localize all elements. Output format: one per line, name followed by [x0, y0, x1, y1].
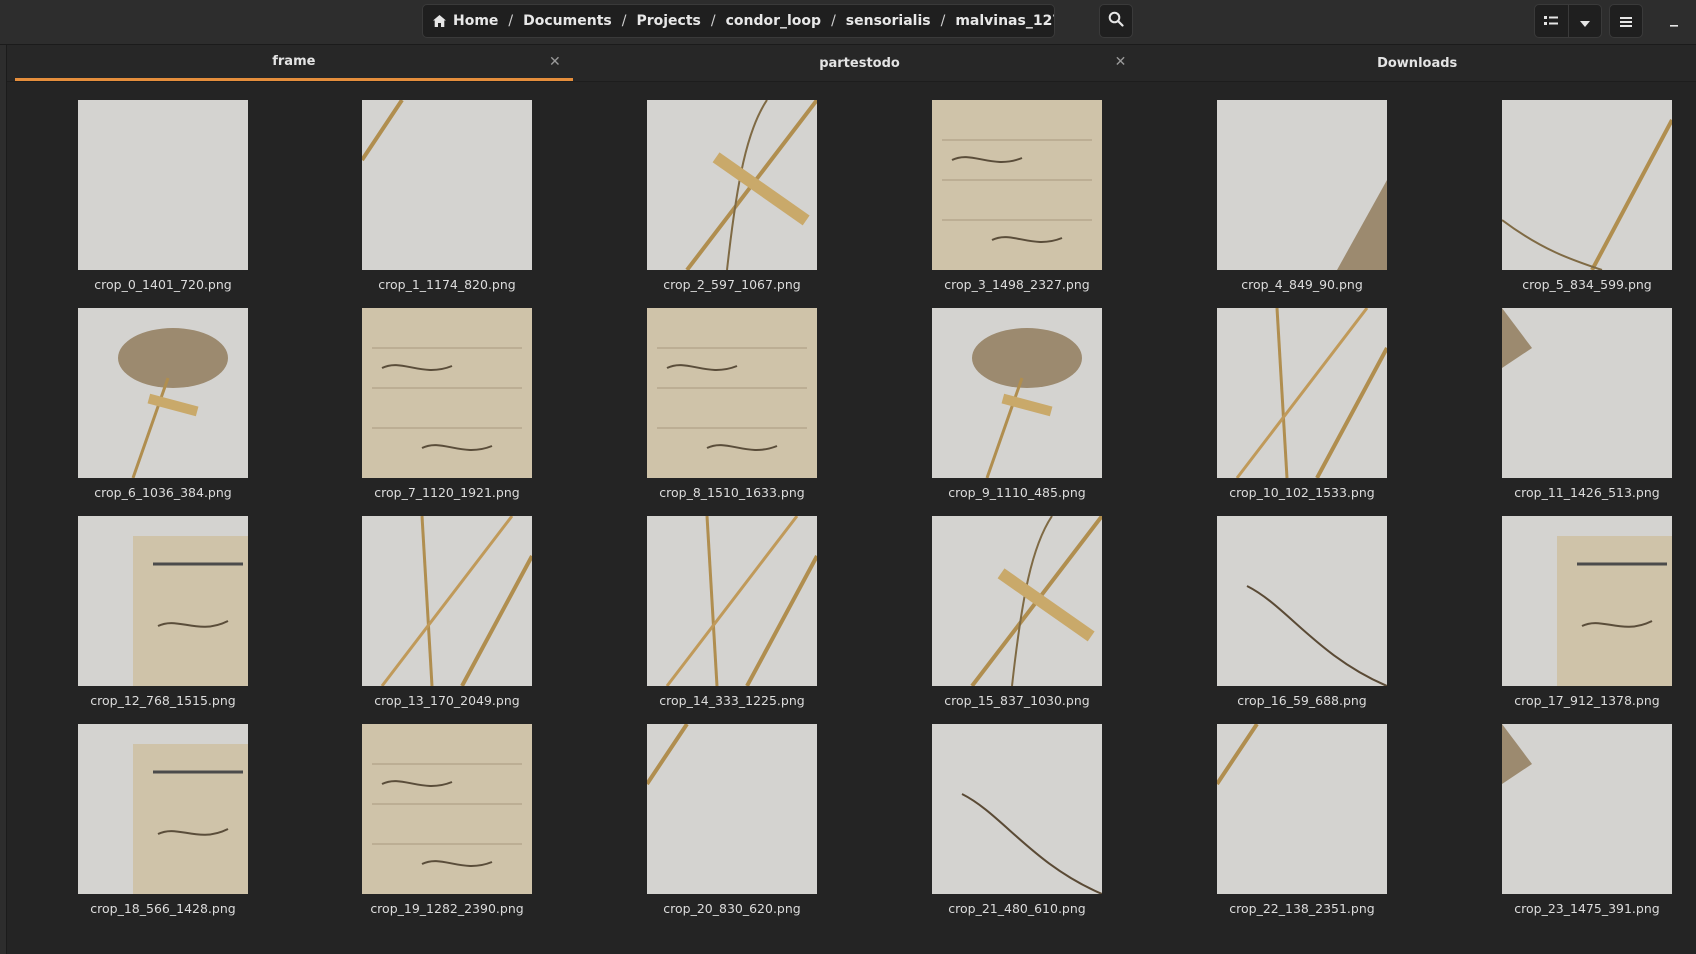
file-thumbnail[interactable]	[1502, 516, 1672, 686]
file-name: crop_14_333_1225.png	[659, 693, 805, 708]
file-grid: crop_0_1401_720.png crop_1_1174_820.png cr…	[7, 82, 1696, 954]
window-left-edge	[0, 45, 7, 954]
breadcrumb-label: Documents	[523, 13, 612, 29]
file-thumbnail[interactable]	[647, 100, 817, 270]
file-thumbnail[interactable]	[932, 724, 1102, 894]
file-thumbnail[interactable]	[362, 308, 532, 478]
view-list-icon	[1544, 12, 1559, 31]
file-name: crop_5_834_599.png	[1522, 277, 1652, 292]
file-name: crop_11_1426_513.png	[1514, 485, 1660, 500]
file-thumbnail[interactable]	[78, 308, 248, 478]
breadcrumb-separator: /	[940, 13, 946, 29]
file-name: crop_17_912_1378.png	[1514, 693, 1660, 708]
file-name: crop_19_1282_2390.png	[370, 901, 524, 916]
file-name: crop_8_1510_1633.png	[659, 485, 805, 500]
main-menu-button[interactable]	[1609, 4, 1643, 38]
file-name: crop_13_170_2049.png	[374, 693, 520, 708]
file-thumbnail[interactable]	[1502, 308, 1672, 478]
file-thumbnail[interactable]	[1217, 724, 1387, 894]
file-name: crop_4_849_90.png	[1241, 277, 1363, 292]
breadcrumb-separator: /	[621, 13, 627, 29]
breadcrumb-item-home[interactable]: Home	[433, 13, 498, 29]
file-thumbnail[interactable]	[1217, 308, 1387, 478]
file-thumbnail[interactable]	[362, 100, 532, 270]
tab-downloads[interactable]: Downloads	[1138, 45, 1696, 81]
file-name: crop_7_1120_1921.png	[374, 485, 520, 500]
file-thumbnail[interactable]	[647, 308, 817, 478]
file-thumbnail[interactable]	[932, 100, 1102, 270]
file-name: crop_20_830_620.png	[663, 901, 801, 916]
file-thumbnail[interactable]	[932, 308, 1102, 478]
file-name: crop_0_1401_720.png	[94, 277, 232, 292]
file-name: crop_15_837_1030.png	[944, 693, 1090, 708]
file-name: crop_9_1110_485.png	[948, 485, 1086, 500]
minimize-icon	[1669, 12, 1679, 31]
file-name: crop_16_59_688.png	[1237, 693, 1367, 708]
file-thumbnail[interactable]	[362, 724, 532, 894]
file-name: crop_21_480_610.png	[948, 901, 1086, 916]
tab-label: Downloads	[1377, 55, 1458, 71]
file-thumbnail[interactable]	[78, 516, 248, 686]
tab-frame[interactable]: frame ✕	[15, 45, 573, 81]
view-mode-group	[1534, 4, 1602, 38]
breadcrumb-label: malvinas_127	[955, 13, 1055, 29]
file-name: crop_2_597_1067.png	[663, 277, 801, 292]
breadcrumb-item-documents[interactable]: Documents	[523, 13, 612, 29]
file-name: crop_3_1498_2327.png	[944, 277, 1090, 292]
close-icon[interactable]: ✕	[1115, 54, 1127, 70]
breadcrumb-item-malvinas-127[interactable]: malvinas_127	[955, 13, 1055, 29]
file-name: crop_10_102_1533.png	[1229, 485, 1375, 500]
home-icon	[433, 15, 446, 27]
file-thumbnail[interactable]	[362, 516, 532, 686]
file-name: crop_6_1036_384.png	[94, 485, 232, 500]
search-button[interactable]	[1099, 4, 1133, 38]
file-thumbnail[interactable]	[1217, 100, 1387, 270]
tab-partestodo[interactable]: partestodo ✕	[581, 45, 1139, 81]
file-name: crop_18_566_1428.png	[90, 901, 236, 916]
path-bar: Home / Documents / Projects / condor_loop / sens…	[422, 4, 1055, 38]
breadcrumb-separator: /	[508, 13, 514, 29]
breadcrumb-label: Home	[453, 13, 499, 29]
breadcrumb: Home / Documents / Projects / condor_loop / sens…	[423, 5, 1055, 37]
close-icon[interactable]: ✕	[549, 54, 561, 70]
breadcrumb-item-projects[interactable]: Projects	[636, 13, 700, 29]
breadcrumb-item-sensorialis[interactable]: sensorialis	[846, 13, 931, 29]
file-name: crop_12_768_1515.png	[90, 693, 236, 708]
file-thumbnail[interactable]	[1502, 100, 1672, 270]
file-thumbnail[interactable]	[78, 724, 248, 894]
file-name: crop_22_138_2351.png	[1229, 901, 1375, 916]
file-thumbnail[interactable]	[1217, 516, 1387, 686]
tab-bar: frame ✕ partestodo ✕ Downloads	[7, 45, 1696, 82]
file-thumbnail[interactable]	[932, 516, 1102, 686]
header-bar: Home / Documents / Projects / condor_loop / sens…	[0, 0, 1696, 45]
file-thumbnail[interactable]	[78, 100, 248, 270]
file-name: crop_23_1475_391.png	[1514, 901, 1660, 916]
breadcrumb-label: Projects	[636, 13, 701, 29]
breadcrumb-separator: /	[710, 13, 716, 29]
chevron-down-icon	[1579, 12, 1590, 31]
list-view-button[interactable]	[1535, 5, 1569, 37]
breadcrumb-label: condor_loop	[725, 13, 822, 29]
file-thumbnail[interactable]	[647, 516, 817, 686]
view-options-dropdown[interactable]	[1569, 5, 1602, 37]
hamburger-menu-icon	[1620, 12, 1632, 31]
tab-label: frame	[272, 54, 316, 69]
breadcrumb-separator: /	[831, 13, 836, 29]
file-thumbnail[interactable]	[1502, 724, 1672, 894]
tab-label: partestodo	[819, 55, 900, 71]
breadcrumb-label: sensorialis	[845, 13, 931, 29]
file-name: crop_1_1174_820.png	[378, 277, 516, 292]
breadcrumb-item-condor-loop[interactable]: condor_loop	[726, 13, 821, 29]
search-icon	[1108, 11, 1124, 31]
minimize-button[interactable]	[1662, 8, 1686, 34]
file-thumbnail[interactable]	[647, 724, 817, 894]
